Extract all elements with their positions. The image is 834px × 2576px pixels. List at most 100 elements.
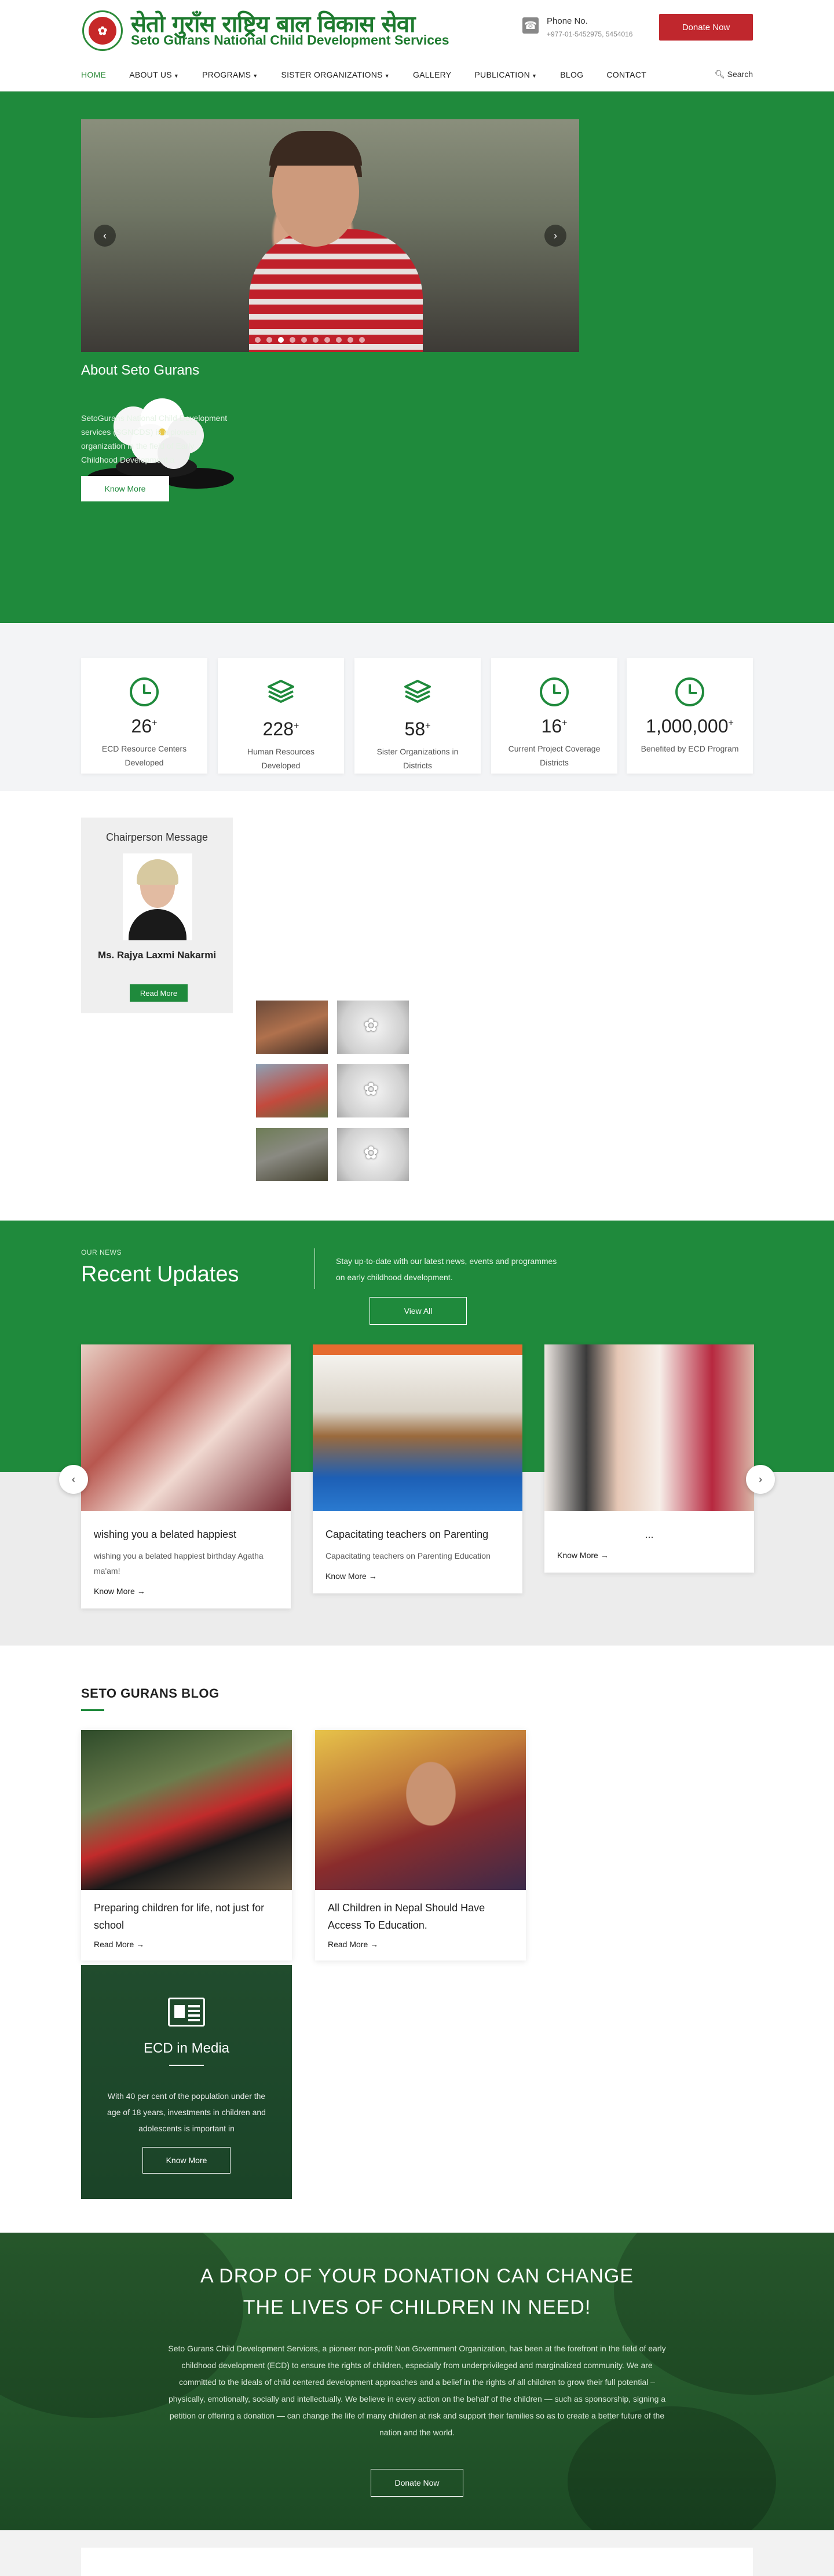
news-divider (314, 1248, 315, 1289)
gallery-thumbnail[interactable] (256, 1128, 328, 1181)
phone-title: Phone No. (547, 16, 588, 26)
donation-section: A DROP OF YOUR DONATION CAN CHANGE THE L… (0, 2233, 834, 2530)
ecd-in-media-know-more-button[interactable]: Know More (142, 2147, 231, 2174)
nav-home[interactable]: HOME (81, 70, 106, 79)
slider-dot[interactable] (313, 337, 319, 343)
donation-donate-now-button[interactable]: Donate Now (371, 2469, 463, 2497)
news-card[interactable]: Capacitating teachers on Parenting Capac… (313, 1344, 522, 1593)
donation-text: Seto Gurans Child Development Services, … (168, 2344, 666, 2437)
news-title: Recent Updates (81, 1262, 239, 1287)
slider-dot[interactable] (266, 337, 272, 343)
gallery-thumbnail[interactable] (337, 1001, 409, 1054)
slider-dot[interactable] (324, 337, 330, 343)
newspaper-icon (168, 1998, 205, 2027)
slider-next-button[interactable]: › (544, 225, 566, 247)
stat-value: 1,000,000+ (646, 716, 734, 736)
blog-card-image (315, 1730, 526, 1890)
search-button[interactable]: 🔍︎ Search (715, 69, 753, 79)
news-next-button[interactable]: › (746, 1465, 775, 1494)
news-card-text: Capacitating teachers on Parenting Educa… (325, 1551, 491, 1560)
stat-number: 26 (131, 716, 152, 736)
main-nav: HOME ABOUT US ▼ PROGRAMS ▼ SISTER ORGANIZA… (81, 64, 753, 86)
slider-dot[interactable] (290, 337, 295, 343)
slider-dot[interactable] (301, 337, 307, 343)
nav-blog[interactable]: BLOG (560, 70, 583, 79)
chairperson-card: Chairperson Message Ms. Rajya Laxmi Naka… (81, 818, 233, 1013)
footer-box (81, 2548, 753, 2576)
layers-icon (268, 680, 294, 703)
news-card-know-more[interactable]: Know More → (557, 1551, 741, 1560)
gallery-thumbnail[interactable] (337, 1064, 409, 1117)
stat-value: 228+ (262, 719, 299, 739)
about-text: SetoGurans National Child Development se… (81, 413, 228, 464)
nav-programs[interactable]: PROGRAMS ▼ (202, 70, 258, 79)
clock-icon (675, 677, 704, 706)
blog-section-title: SETO GURANS BLOG (81, 1686, 220, 1701)
blog-card-title[interactable]: All Children in Nepal Should Have Access… (328, 1899, 513, 1934)
about-know-more-button[interactable]: Know More (81, 476, 169, 501)
site-header: ✿ सेतो गुराँस राष्ट्रिय बाल विकास सेवा S… (0, 0, 834, 91)
news-card[interactable]: ... Know More → (544, 1344, 754, 1573)
news-prev-button[interactable]: ‹ (59, 1465, 88, 1494)
gallery-thumbnail[interactable] (337, 1128, 409, 1181)
image-slider[interactable]: ‹ › (81, 119, 579, 352)
ecd-in-media-card[interactable]: ECD in Media With 40 per cent of the pop… (81, 1965, 292, 2199)
slider-dot[interactable] (336, 337, 342, 343)
nav-publication[interactable]: PUBLICATION ▼ (474, 70, 537, 79)
footer-strip (0, 2530, 834, 2576)
slider-prev-button[interactable]: ‹ (94, 225, 116, 247)
blog-card-image (81, 1730, 292, 1890)
phone-number: +977-01-5452975, 5454016 (547, 30, 633, 38)
stat-label: Human Resources Developed (247, 747, 314, 770)
blog-card-title[interactable]: Preparing children for life, not just fo… (94, 1899, 279, 1934)
nav-sister-organizations[interactable]: SISTER ORGANIZATIONS ▼ (281, 70, 390, 79)
chairperson-read-more-button[interactable]: Read More (130, 984, 188, 1002)
news-card-title[interactable]: wishing you a belated happiest (94, 1529, 278, 1542)
slider-dot-active[interactable] (278, 337, 284, 343)
gallery-thumbnail[interactable] (256, 1001, 328, 1054)
chairperson-title: Chairperson Message (105, 831, 209, 843)
view-all-button[interactable]: View All (370, 1297, 467, 1325)
slider-dot[interactable] (359, 337, 365, 343)
chevron-right-icon: › (554, 229, 557, 241)
gallery-thumbnail[interactable] (256, 1064, 328, 1117)
logo-emblem[interactable]: ✿ (82, 10, 123, 51)
news-card-know-more[interactable]: Know More → (94, 1586, 278, 1596)
logo-text-english[interactable]: Seto Gurans National Child Development S… (131, 32, 449, 48)
nav-gallery-label: GALLERY (412, 70, 452, 79)
layers-icon (404, 680, 431, 703)
stat-label: ECD Resource Centers Developed (101, 744, 187, 767)
nav-about-us[interactable]: ABOUT US ▼ (129, 70, 179, 79)
news-card-title[interactable]: ... (557, 1529, 741, 1542)
blog-card-read-more[interactable]: Read More → (94, 1940, 279, 1949)
news-description: Stay up-to-date with our latest news, ev… (336, 1256, 557, 1282)
donate-now-button[interactable]: Donate Now (659, 14, 753, 41)
search-icon: 🔍︎ (714, 69, 725, 79)
stat-label: Benefited by ECD Program (641, 744, 739, 753)
search-label: Search (727, 69, 753, 79)
chevron-down-icon: ▼ (253, 73, 258, 79)
news-card-know-more[interactable]: Know More → (325, 1571, 510, 1581)
logo-icon: ✿ (89, 17, 116, 45)
nav-contact[interactable]: CONTACT (606, 70, 646, 79)
blog-card-read-more[interactable]: Read More → (328, 1940, 513, 1949)
stat-value: 16+ (541, 716, 568, 736)
slide-child-shirt (249, 229, 423, 352)
nav-contact-label: CONTACT (606, 70, 647, 79)
slider-dot[interactable] (348, 337, 353, 343)
news-card-title[interactable]: Capacitating teachers on Parenting (325, 1529, 510, 1542)
nav-gallery[interactable]: GALLERY (413, 70, 451, 79)
chevron-left-icon: ‹ (72, 1473, 75, 1485)
blog-card[interactable]: Preparing children for life, not just fo… (81, 1730, 292, 1961)
ecd-in-media-text: With 40 per cent of the population under… (107, 2091, 266, 2133)
stat-number: 1,000,000 (646, 716, 729, 736)
stat-card: 16+ Current Project Coverage Districts (491, 658, 617, 774)
stat-number: 58 (404, 719, 426, 739)
blog-card[interactable]: All Children in Nepal Should Have Access… (315, 1730, 526, 1961)
stat-label: Current Project Coverage Districts (508, 744, 601, 767)
news-card-image (313, 1344, 522, 1511)
slider-dot[interactable] (255, 337, 261, 343)
news-card[interactable]: wishing you a belated happiest wishing y… (81, 1344, 291, 1608)
hero-section: ‹ › About Seto Gurans SetoGurans Nationa… (0, 91, 834, 623)
nav-home-label: HOME (81, 70, 107, 79)
